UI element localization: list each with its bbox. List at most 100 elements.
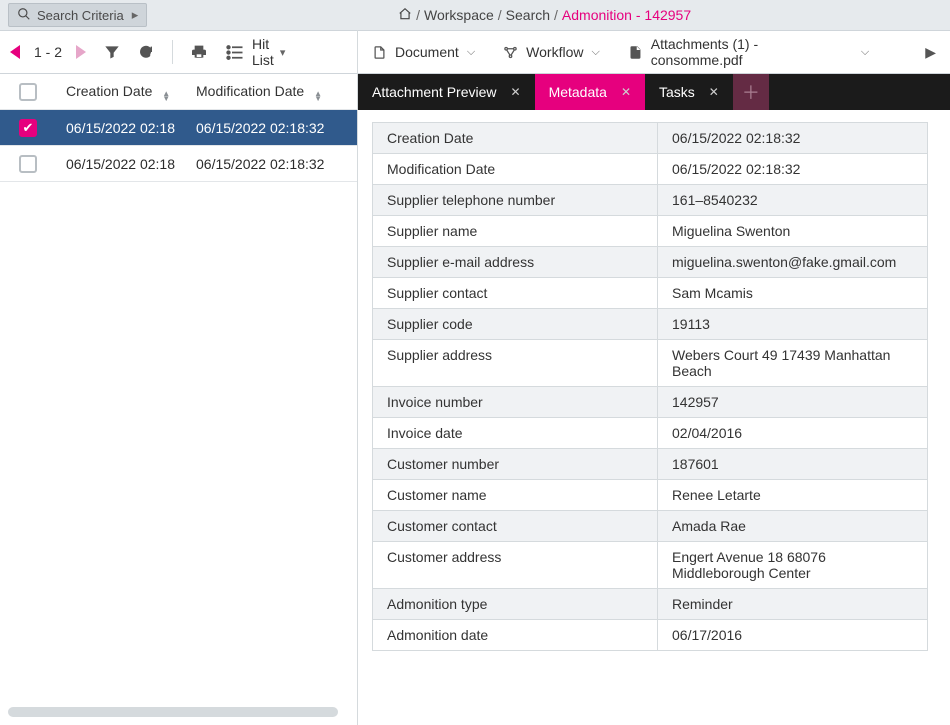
metadata-key: Invoice number [373, 387, 658, 417]
breadcrumb: / Workspace / Search / Admonition - 1429… [147, 7, 942, 24]
metadata-panel: Creation Date06/15/2022 02:18:32Modifica… [358, 110, 950, 725]
table-row[interactable]: 06/15/2022 02:1806/15/2022 02:18:32 [0, 146, 357, 182]
metadata-key: Invoice date [373, 418, 658, 448]
metadata-row: Customer contactAmada Rae [373, 511, 927, 542]
metadata-key: Supplier e-mail address [373, 247, 658, 277]
metadata-row: Supplier e-mail addressmiguelina.swenton… [373, 247, 927, 278]
metadata-value: 187601 [658, 449, 927, 479]
metadata-row: Admonition date06/17/2016 [373, 620, 927, 650]
select-all-checkbox[interactable] [19, 83, 37, 101]
metadata-key: Admonition date [373, 620, 658, 650]
breadcrumb-item[interactable]: Search [506, 7, 550, 23]
close-icon[interactable]: ✕ [511, 85, 521, 99]
scroll-right-button[interactable]: ▶ [925, 44, 936, 61]
tab-tasks[interactable]: Tasks ✕ [645, 74, 733, 110]
search-criteria-toggle[interactable]: Search Criteria ▸ [8, 3, 147, 27]
breadcrumb-item[interactable]: Workspace [424, 7, 494, 23]
detail-pane: Document ⌵ Workflow ⌵ Attachments (1) - … [358, 30, 950, 725]
metadata-key: Modification Date [373, 154, 658, 184]
attachments-menu[interactable]: Attachments (1) - consomme.pdf ⌵ [628, 36, 869, 68]
breadcrumb-current: Admonition - 142957 [562, 7, 691, 23]
tab-attachment-preview[interactable]: Attachment Preview ✕ [358, 74, 535, 110]
results-table: Creation Date ▲▼ Modification Date ▲▼ 06… [0, 74, 357, 725]
tab-metadata[interactable]: Metadata ✕ [535, 74, 645, 110]
pager-prev[interactable] [10, 45, 20, 59]
metadata-row: Invoice date02/04/2016 [373, 418, 927, 449]
metadata-value: 142957 [658, 387, 927, 417]
tabs-bar: Attachment Preview ✕ Metadata ✕ Tasks ✕ ＋ [358, 74, 950, 110]
metadata-key: Admonition type [373, 589, 658, 619]
metadata-row: Creation Date06/15/2022 02:18:32 [373, 123, 927, 154]
row-checkbox[interactable] [19, 155, 37, 173]
metadata-row: Invoice number142957 [373, 387, 927, 418]
metadata-key: Customer number [373, 449, 658, 479]
metadata-row: Modification Date06/15/2022 02:18:32 [373, 154, 927, 185]
chevron-down-icon: ⌵ [861, 46, 869, 59]
chevron-down-icon: ⌵ [467, 46, 475, 59]
workflow-menu[interactable]: Workflow ⌵ [503, 44, 600, 60]
metadata-key: Customer name [373, 480, 658, 510]
metadata-key: Supplier name [373, 216, 658, 246]
cell-creation-date: 06/15/2022 02:18 [56, 156, 186, 172]
metadata-row: Supplier telephone number161–8540232 [373, 185, 927, 216]
sort-icon: ▲▼ [162, 91, 170, 101]
search-criteria-label: Search Criteria [37, 8, 124, 23]
hitlist-dropdown[interactable]: Hit List ▾ [225, 36, 285, 68]
cell-creation-date: 06/15/2022 02:18 [56, 120, 186, 136]
metadata-row: Admonition typeReminder [373, 589, 927, 620]
metadata-value: Amada Rae [658, 511, 927, 541]
close-icon[interactable]: ✕ [621, 85, 631, 99]
horizontal-scrollbar[interactable] [8, 705, 349, 719]
metadata-row: Customer addressEngert Avenue 18 68076 M… [373, 542, 927, 589]
metadata-value: Renee Letarte [658, 480, 927, 510]
sort-icon: ▲▼ [314, 91, 322, 101]
search-icon [17, 7, 31, 24]
col-creation-date[interactable]: Creation Date ▲▼ [56, 83, 186, 101]
row-checkbox[interactable] [19, 119, 37, 137]
cell-modification-date: 06/15/2022 02:18:32 [186, 120, 346, 136]
metadata-key: Customer address [373, 542, 658, 588]
pager: 1 - 2 [10, 44, 86, 60]
tab-label: Tasks [659, 84, 695, 100]
chevron-down-icon: ⌵ [591, 46, 599, 59]
tab-label: Metadata [549, 84, 607, 100]
metadata-value: 19113 [658, 309, 927, 339]
table-row[interactable]: 06/15/2022 02:1806/15/2022 02:18:32 [0, 110, 357, 146]
results-toolbar: 1 - 2 Hit List ▾ [0, 30, 357, 74]
close-icon[interactable]: ✕ [709, 85, 719, 99]
chevron-right-icon: ▸ [132, 7, 139, 23]
pager-next[interactable] [76, 45, 86, 59]
metadata-value: 161–8540232 [658, 185, 927, 215]
table-header: Creation Date ▲▼ Modification Date ▲▼ [0, 74, 357, 110]
metadata-value: 02/04/2016 [658, 418, 927, 448]
results-pane: 1 - 2 Hit List ▾ [0, 30, 358, 725]
metadata-value: miguelina.swenton@fake.gmail.com [658, 247, 927, 277]
refresh-button[interactable] [138, 44, 154, 60]
metadata-table: Creation Date06/15/2022 02:18:32Modifica… [372, 122, 928, 651]
metadata-key: Supplier contact [373, 278, 658, 308]
add-tab-button[interactable]: ＋ [733, 74, 769, 110]
metadata-value: 06/15/2022 02:18:32 [658, 123, 927, 153]
metadata-row: Customer nameRenee Letarte [373, 480, 927, 511]
home-icon[interactable] [398, 7, 412, 24]
metadata-key: Supplier code [373, 309, 658, 339]
col-modification-date[interactable]: Modification Date ▲▼ [186, 83, 346, 101]
metadata-value: Engert Avenue 18 68076 Middleborough Cen… [658, 542, 927, 588]
metadata-value: Webers Court 49 17439 Manhattan Beach [658, 340, 927, 386]
filter-button[interactable] [104, 44, 120, 60]
metadata-row: Customer number187601 [373, 449, 927, 480]
chevron-down-icon: ▾ [280, 46, 286, 59]
print-button[interactable] [191, 44, 207, 60]
metadata-key: Creation Date [373, 123, 658, 153]
metadata-key: Supplier address [373, 340, 658, 386]
metadata-key: Customer contact [373, 511, 658, 541]
metadata-value: 06/15/2022 02:18:32 [658, 154, 927, 184]
metadata-row: Supplier code19113 [373, 309, 927, 340]
metadata-row: Supplier nameMiguelina Swenton [373, 216, 927, 247]
tab-label: Attachment Preview [372, 84, 497, 100]
metadata-key: Supplier telephone number [373, 185, 658, 215]
metadata-value: Sam Mcamis [658, 278, 927, 308]
document-menu[interactable]: Document ⌵ [372, 44, 475, 60]
cell-modification-date: 06/15/2022 02:18:32 [186, 156, 346, 172]
pager-range: 1 - 2 [34, 44, 62, 60]
